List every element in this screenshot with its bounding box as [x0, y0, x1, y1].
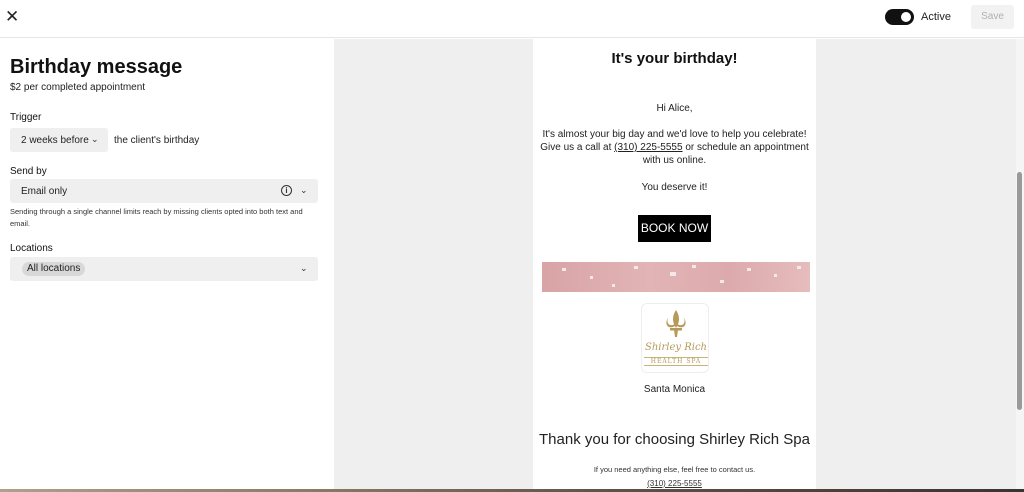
send-by-value: Email only	[21, 186, 68, 197]
book-now-button[interactable]: BOOK NOW	[638, 215, 711, 242]
send-by-helper-text: Sending through a single channel limits …	[10, 207, 303, 228]
contact-phone-link[interactable]: (310) 225-5555	[533, 479, 816, 488]
locations-dropdown[interactable]: All locations ⌄	[10, 257, 318, 281]
email-thanks: Thank you for choosing Shirley Rich Spa	[539, 431, 810, 448]
email-closing: You deserve it!	[641, 182, 708, 193]
save-button[interactable]: Save	[971, 5, 1014, 29]
active-label: Active	[921, 11, 951, 23]
chevron-down-icon: ⌄	[91, 134, 99, 144]
confetti-banner	[542, 262, 810, 292]
page-title: Birthday message	[10, 56, 183, 78]
email-heading: It's your birthday!	[611, 50, 738, 67]
chevron-down-icon: ⌄	[300, 263, 308, 273]
toggle-knob	[901, 12, 911, 22]
trigger-label: Trigger	[10, 112, 42, 123]
email-preview: It's your birthday! Hi Alice, It's almos…	[533, 39, 816, 492]
email-body: It's almost your big day and we'd love t…	[540, 129, 809, 166]
email-contact-text: If you need anything else, feel free to …	[593, 465, 756, 474]
fleur-de-lis-icon	[666, 310, 686, 337]
email-location: Santa Monica	[643, 384, 706, 395]
location-chip: All locations	[22, 262, 86, 276]
close-icon[interactable]: ✕	[5, 8, 19, 26]
trigger-suffix: the client's birthday	[114, 135, 200, 146]
active-toggle[interactable]	[885, 9, 914, 25]
scrollbar-thumb[interactable]	[1017, 172, 1022, 410]
send-by-label: Send by	[10, 166, 47, 177]
price-subtitle: $2 per completed appointment	[10, 82, 146, 93]
spa-logo: Shirley Rich HEALTH SPA	[641, 303, 709, 373]
email-greeting: Hi Alice,	[656, 103, 693, 114]
send-by-dropdown[interactable]: Email only i ⌄	[10, 179, 318, 203]
info-icon[interactable]: i	[281, 185, 292, 196]
locations-label: Locations	[10, 243, 53, 254]
top-bar: ✕ Active Save	[0, 0, 1024, 38]
phone-link[interactable]: (310) 225-5555	[614, 142, 682, 153]
logo-subtitle: HEALTH SPA	[644, 357, 708, 366]
settings-panel: Birthday message $2 per completed appoin…	[0, 39, 334, 492]
chevron-down-icon: ⌄	[300, 185, 308, 195]
trigger-dropdown[interactable]: 2 weeks before ⌄	[10, 128, 108, 152]
trigger-value: 2 weeks before	[21, 135, 89, 146]
logo-script: Shirley Rich	[645, 342, 707, 353]
